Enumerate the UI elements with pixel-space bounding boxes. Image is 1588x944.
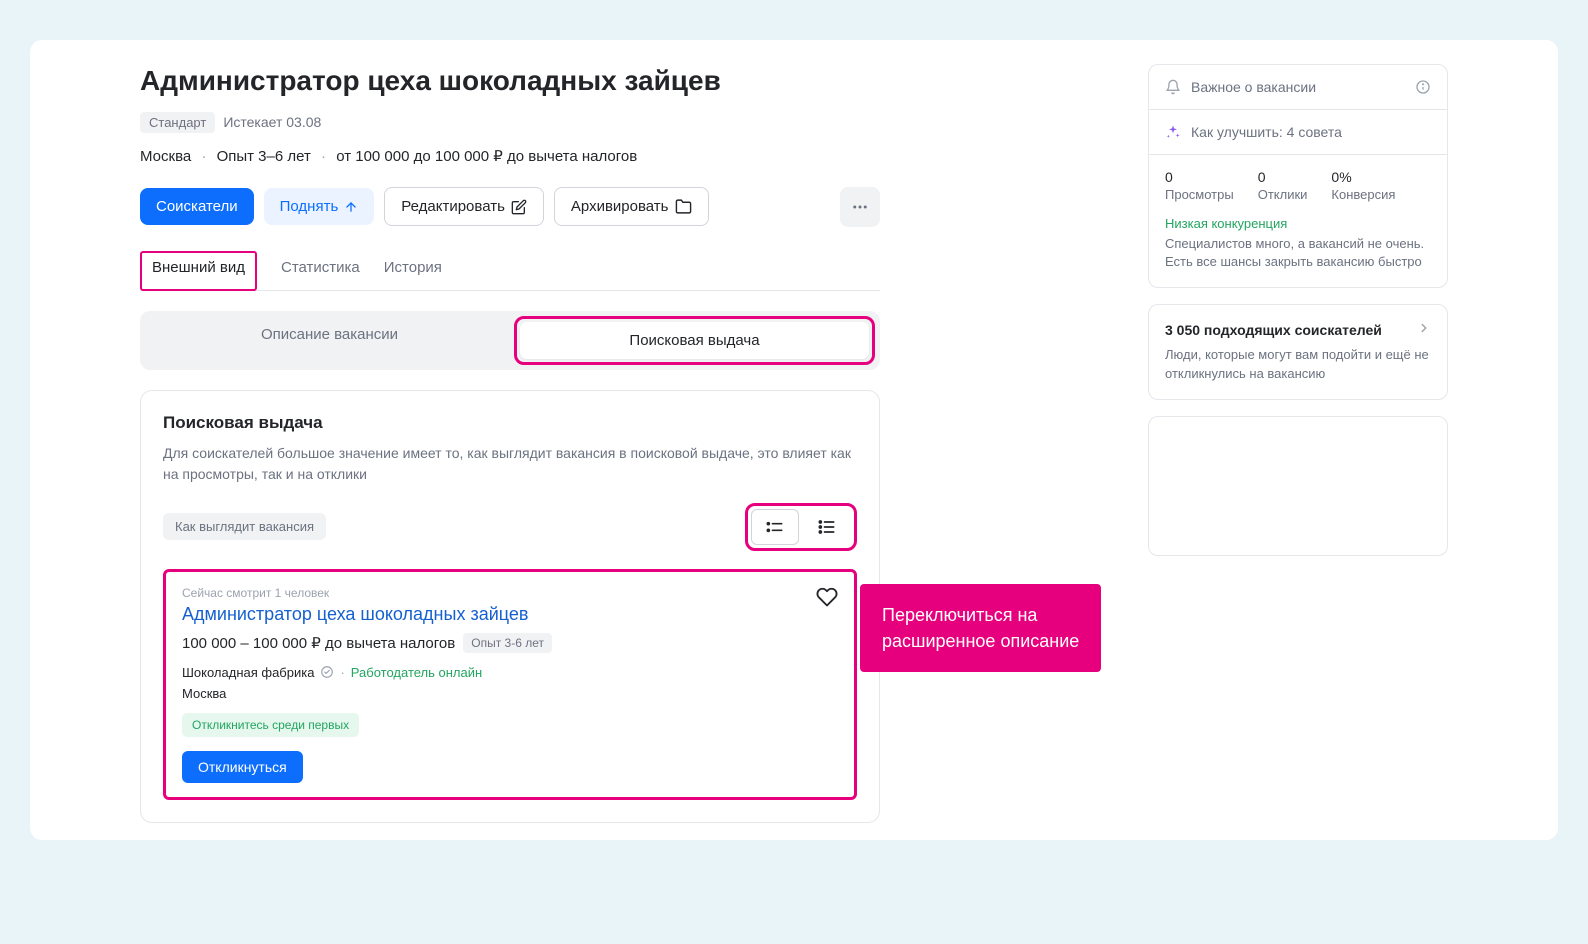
- plan-badge: Стандарт: [140, 112, 215, 133]
- search-preview-panel: Поисковая выдача Для соискателей большое…: [140, 390, 880, 823]
- stat-views-label: Просмотры: [1165, 187, 1234, 202]
- sparkle-icon: [1165, 124, 1181, 140]
- preview-title-link[interactable]: Администратор цеха шоколадных зайцев: [182, 604, 838, 625]
- panel-controls-row: Как выглядит вакансия: [163, 503, 857, 551]
- preview-salary-row: 100 000 – 100 000 ₽ до вычета налогов Оп…: [182, 633, 838, 653]
- callout-box: Переключиться на расширенное описание: [860, 584, 1101, 672]
- chevron-right-icon: [1417, 321, 1431, 338]
- preview-salary: 100 000 – 100 000 ₽ до вычета налогов: [182, 634, 455, 652]
- more-button[interactable]: [840, 187, 880, 227]
- callout-annotation: Переключиться на расширенное описание: [860, 584, 1101, 672]
- view-toggle-group: [745, 503, 857, 551]
- competition-description: Специалистов много, а вакансий не очень.…: [1165, 235, 1431, 271]
- appearance-chip: Как выглядит вакансия: [163, 513, 326, 540]
- match-title-row: 3 050 подходящих соискателей: [1165, 321, 1431, 338]
- stat-conversion: 0% Конверсия: [1331, 169, 1395, 202]
- folder-icon: [675, 198, 692, 215]
- tab-history[interactable]: История: [384, 251, 442, 290]
- archive-button[interactable]: Архивировать: [554, 187, 709, 226]
- edit-icon: [511, 199, 527, 215]
- important-card: Важное о вакансии Как улучшить: 4 совета…: [1148, 64, 1448, 288]
- improve-row[interactable]: Как улучшить: 4 совета: [1149, 110, 1447, 155]
- view-compact-button[interactable]: [751, 509, 799, 545]
- page-title: Администратор цеха шоколадных зайцев: [140, 64, 880, 98]
- stat-responses: 0 Отклики: [1258, 169, 1308, 202]
- list-expanded-icon: [817, 517, 837, 537]
- callout-line2: расширенное описание: [882, 628, 1079, 654]
- stat-conversion-label: Конверсия: [1331, 187, 1395, 202]
- preview-experience-chip: Опыт 3-6 лет: [463, 633, 552, 653]
- expiry-text: Истекает 03.08: [223, 114, 321, 130]
- preview-company-name: Шоколадная фабрика: [182, 665, 314, 680]
- verified-icon: [320, 665, 334, 679]
- preview-city: Москва: [182, 686, 838, 701]
- archive-label: Архивировать: [571, 198, 669, 215]
- app-window: Администратор цеха шоколадных зайцев Ста…: [30, 40, 1558, 840]
- bell-icon: [1165, 79, 1181, 95]
- preview-viewers: Сейчас смотрит 1 человек: [182, 586, 838, 600]
- matching-applicants-card[interactable]: 3 050 подходящих соискателей Люди, котор…: [1148, 304, 1448, 399]
- promote-button[interactable]: Поднять: [264, 188, 375, 225]
- view-expanded-button[interactable]: [803, 509, 851, 545]
- important-row[interactable]: Важное о вакансии: [1149, 65, 1447, 110]
- list-compact-icon: [765, 517, 785, 537]
- subtab-search-results[interactable]: Поисковая выдача: [520, 322, 869, 359]
- tabs-row: Внешний вид Статистика История: [140, 251, 880, 291]
- stat-conversion-value: 0%: [1331, 169, 1395, 185]
- stats-row: 0 Просмотры 0 Отклики 0% Конверсия: [1149, 155, 1447, 216]
- subtabs: Описание вакансии Поисковая выдача: [140, 311, 880, 370]
- edit-label: Редактировать: [401, 198, 505, 215]
- improve-link: Как улучшить: 4 совета: [1191, 124, 1342, 140]
- subtab-description[interactable]: Описание вакансии: [145, 316, 514, 365]
- stat-views-value: 0: [1165, 169, 1234, 185]
- match-description: Люди, которые могут вам подойти и ещё не…: [1165, 346, 1431, 382]
- panel-title: Поисковая выдача: [163, 413, 857, 433]
- stat-views: 0 Просмотры: [1165, 169, 1234, 202]
- detail-line: Москва · Опыт 3–6 лет · от 100 000 до 10…: [140, 147, 880, 165]
- early-response-badge: Откликнитесь среди первых: [182, 713, 359, 737]
- dots-icon: [851, 198, 869, 216]
- main-column: Администратор цеха шоколадных зайцев Ста…: [30, 64, 920, 840]
- salary-text: от 100 000 до 100 000 ₽ до вычета налого…: [336, 148, 637, 165]
- heart-icon: [816, 586, 838, 608]
- side-column: Важное о вакансии Как улучшить: 4 совета…: [1148, 64, 1448, 840]
- edit-button[interactable]: Редактировать: [384, 187, 544, 226]
- tab-statistics[interactable]: Статистика: [281, 251, 360, 290]
- important-label: Важное о вакансии: [1191, 79, 1316, 95]
- subtab-search-highlight: Поисковая выдача: [514, 316, 875, 365]
- competition-title: Низкая конкуренция: [1165, 216, 1431, 231]
- meta-row: Стандарт Истекает 03.08: [140, 112, 880, 133]
- promote-label: Поднять: [280, 198, 339, 215]
- callout-line1: Переключиться на: [882, 602, 1079, 628]
- preview-online-status: Работодатель онлайн: [351, 665, 482, 680]
- vacancy-preview-card: Сейчас смотрит 1 человек Администратор ц…: [163, 569, 857, 800]
- arrow-up-icon: [344, 200, 358, 214]
- stat-responses-label: Отклики: [1258, 187, 1308, 202]
- info-icon[interactable]: [1415, 79, 1431, 95]
- match-title: 3 050 подходящих соискателей: [1165, 322, 1382, 338]
- competition-block: Низкая конкуренция Специалистов много, а…: [1149, 216, 1447, 287]
- applicants-button[interactable]: Соискатели: [140, 188, 254, 225]
- tab-appearance[interactable]: Внешний вид: [140, 251, 257, 291]
- respond-button[interactable]: Откликнуться: [182, 751, 303, 783]
- location-text: Москва: [140, 148, 191, 165]
- action-row: Соискатели Поднять Редактировать Архивир…: [140, 187, 880, 227]
- experience-text: Опыт 3–6 лет: [217, 148, 311, 165]
- stat-responses-value: 0: [1258, 169, 1308, 185]
- empty-side-card: [1148, 416, 1448, 556]
- panel-description: Для соискателей большое значение имеет т…: [163, 443, 857, 485]
- favorite-button[interactable]: [816, 586, 838, 611]
- preview-company-row: Шоколадная фабрика · Работодатель онлайн: [182, 665, 838, 680]
